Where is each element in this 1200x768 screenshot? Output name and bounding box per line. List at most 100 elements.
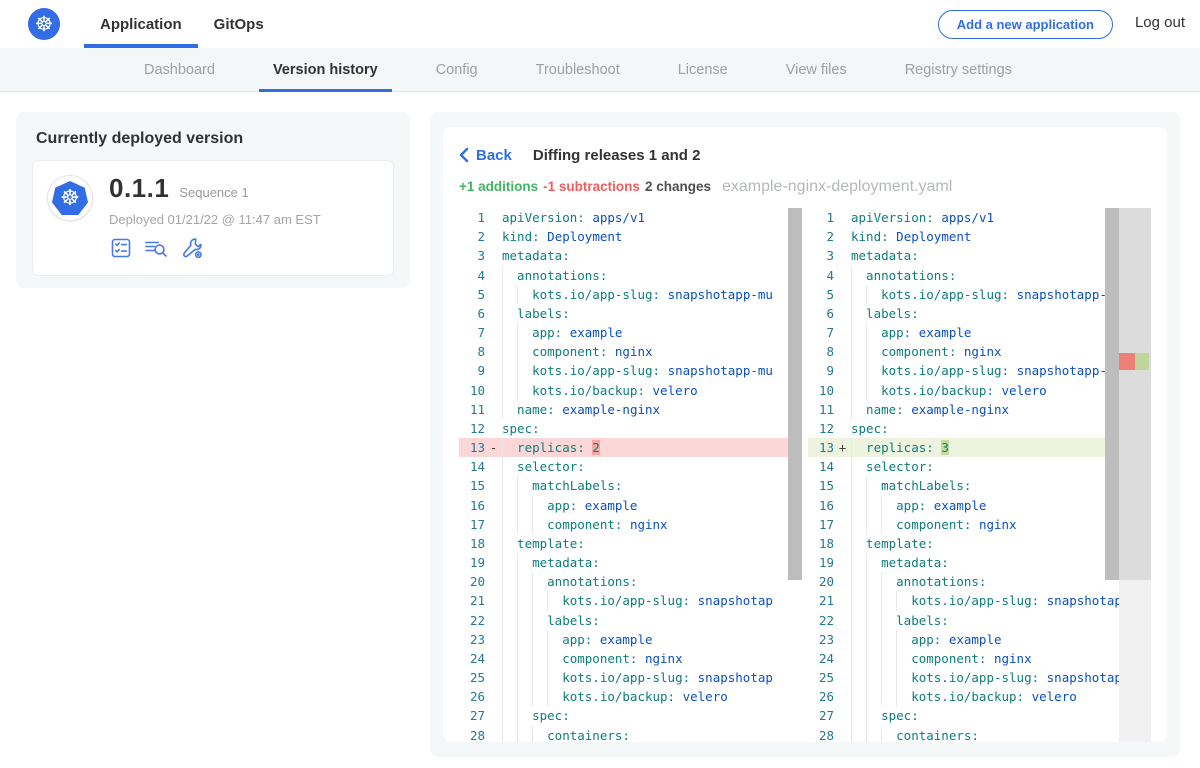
diff-line: 8component: nginx <box>459 342 802 361</box>
diff-line: 5kots.io/app-slug: snapshotapp-mu <box>808 285 1151 304</box>
version-action-icons <box>109 236 379 260</box>
diff-line: 9kots.io/app-slug: snapshotapp-mu <box>459 361 802 380</box>
subnav-tab-config[interactable]: Config <box>420 48 494 91</box>
diff-line: 7app: example <box>459 323 802 342</box>
diff-line: 19metadata: <box>808 553 1151 572</box>
code-lines-modified: 1apiVersion: apps/v12kind: Deployment3me… <box>808 208 1151 742</box>
deployed-version-card: ☸ 0.1.1 Sequence 1 Deployed 01/21/22 @ 1… <box>32 160 394 276</box>
overview-ruler-track <box>1119 208 1151 580</box>
diff-line: 25kots.io/app-slug: snapshotap <box>459 668 802 687</box>
diff-line: 18template: <box>459 534 802 553</box>
diff-line: 24component: nginx <box>459 649 802 668</box>
diff-line: 12spec: <box>459 419 802 438</box>
kubernetes-app-icon: ☸ <box>52 181 88 215</box>
diff-stats: +1 additions -1 subtractions 2 changes e… <box>459 178 1151 198</box>
subnav-tab-troubleshoot[interactable]: Troubleshoot <box>520 48 636 91</box>
subnav-tab-license[interactable]: License <box>662 48 744 91</box>
diff-line: 1apiVersion: apps/v1 <box>808 208 1151 227</box>
top-navigation: ☸ ApplicationGitOps Add a new applicatio… <box>0 0 1200 48</box>
diff-line: 21kots.io/app-slug: snapshotap <box>808 591 1151 610</box>
scrollbar-thumb-modified[interactable] <box>1105 208 1119 580</box>
preflight-checks-icon[interactable] <box>109 236 133 260</box>
diff-line: 2kind: Deployment <box>459 227 802 246</box>
diff-line: 27spec: <box>808 706 1151 725</box>
diff-line: 8component: nginx <box>808 342 1151 361</box>
diff-line: 14selector: <box>808 457 1151 476</box>
subnav-tab-dashboard[interactable]: Dashboard <box>128 48 231 91</box>
diff-line: 28containers: <box>808 726 1151 742</box>
top-tab-gitops[interactable]: GitOps <box>198 0 280 48</box>
diff-line: 21kots.io/app-slug: snapshotap <box>459 591 802 610</box>
diff-card: Back Diffing releases 1 and 2 +1 additio… <box>443 127 1167 742</box>
diff-line: 10kots.io/backup: velero <box>808 381 1151 400</box>
diff-line: 27spec: <box>459 706 802 725</box>
diff-line: 5kots.io/app-slug: snapshotapp-mu <box>459 285 802 304</box>
diff-panel-background: Back Diffing releases 1 and 2 +1 additio… <box>430 112 1180 757</box>
diff-editor-modified[interactable]: 1apiVersion: apps/v12kind: Deployment3me… <box>808 208 1151 742</box>
subnav-tab-version-history[interactable]: Version history <box>257 48 394 91</box>
diff-line: 4annotations: <box>808 266 1151 285</box>
diff-line: 3metadata: <box>808 246 1151 265</box>
diff-line: 20annotations: <box>808 572 1151 591</box>
diff-line: 9kots.io/app-slug: snapshotapp-mu <box>808 361 1151 380</box>
currently-deployed-panel: Currently deployed version ☸ 0.1.1 Seque… <box>16 112 410 288</box>
subnav-tab-registry-settings[interactable]: Registry settings <box>889 48 1028 91</box>
diff-line: 18template: <box>808 534 1151 553</box>
diff-line: 7app: example <box>808 323 1151 342</box>
diff-line: 16app: example <box>459 496 802 515</box>
diff-line: 22labels: <box>808 611 1151 630</box>
top-tabs: ApplicationGitOps <box>84 0 280 48</box>
edit-config-icon[interactable] <box>179 236 205 260</box>
back-button[interactable]: Back <box>459 147 512 164</box>
diff-line: 19metadata: <box>459 553 802 572</box>
diff-line: 17component: nginx <box>808 515 1151 534</box>
diff-line: 4annotations: <box>459 266 802 285</box>
diff-line: 23app: example <box>808 630 1151 649</box>
diff-line: 13+replicas: 3 <box>808 438 1151 457</box>
scrollbar-thumb-original[interactable] <box>788 208 802 580</box>
diff-editor-original[interactable]: 1apiVersion: apps/v12kind: Deployment3me… <box>459 208 802 742</box>
diff-filename: example-nginx-deployment.yaml <box>722 178 952 196</box>
diff-line: 11name: example-nginx <box>459 400 802 419</box>
additions-count: +1 additions <box>459 179 538 194</box>
diff-line: 3metadata: <box>459 246 802 265</box>
chevron-left-icon <box>459 147 469 163</box>
subnav-tab-view-files[interactable]: View files <box>770 48 863 91</box>
diff-line: 26kots.io/backup: velero <box>808 687 1151 706</box>
overview-ruler-deletion-marker <box>1119 353 1135 370</box>
diff-line: 17component: nginx <box>459 515 802 534</box>
diff-line: 15matchLabels: <box>808 476 1151 495</box>
sequence-label: Sequence 1 <box>179 185 248 200</box>
diff-title: Diffing releases 1 and 2 <box>533 147 701 164</box>
kubernetes-logo-icon[interactable]: ☸ <box>28 8 60 40</box>
overview-ruler-addition-marker <box>1135 353 1149 370</box>
diff-line: 26kots.io/backup: velero <box>459 687 802 706</box>
diff-line: 2kind: Deployment <box>808 227 1151 246</box>
diff-line: 1apiVersion: apps/v1 <box>459 208 802 227</box>
deployed-panel-title: Currently deployed version <box>36 130 394 148</box>
diff-line: 6labels: <box>808 304 1151 323</box>
diff-line: 25kots.io/app-slug: snapshotap <box>808 668 1151 687</box>
overview-ruler <box>1119 208 1151 742</box>
diff-line: 12spec: <box>808 419 1151 438</box>
diff-line: 6labels: <box>459 304 802 323</box>
diff-line: 20annotations: <box>459 572 802 591</box>
add-application-button[interactable]: Add a new application <box>938 10 1113 39</box>
deployed-timestamp: Deployed 01/21/22 @ 11:47 am EST <box>109 212 379 227</box>
app-icon-badge: ☸ <box>47 175 93 221</box>
diff-line: 28containers: <box>459 726 802 742</box>
deploy-logs-icon[interactable] <box>143 236 169 260</box>
diff-line: 23app: example <box>459 630 802 649</box>
version-number: 0.1.1 <box>109 173 169 204</box>
logout-link[interactable]: Log out <box>1135 14 1185 31</box>
diff-line: 15matchLabels: <box>459 476 802 495</box>
diff-editors: 1apiVersion: apps/v12kind: Deployment3me… <box>459 208 1151 742</box>
diff-line: 16app: example <box>808 496 1151 515</box>
app-subnav: Dashboard Version history Config Troublesho… <box>0 48 1200 92</box>
diff-line: 24component: nginx <box>808 649 1151 668</box>
diff-line: 11name: example-nginx <box>808 400 1151 419</box>
top-tab-application[interactable]: Application <box>84 0 198 48</box>
diff-line: 14selector: <box>459 457 802 476</box>
diff-line: 13-replicas: 2 <box>459 438 802 457</box>
changes-count: 2 changes <box>645 179 711 194</box>
